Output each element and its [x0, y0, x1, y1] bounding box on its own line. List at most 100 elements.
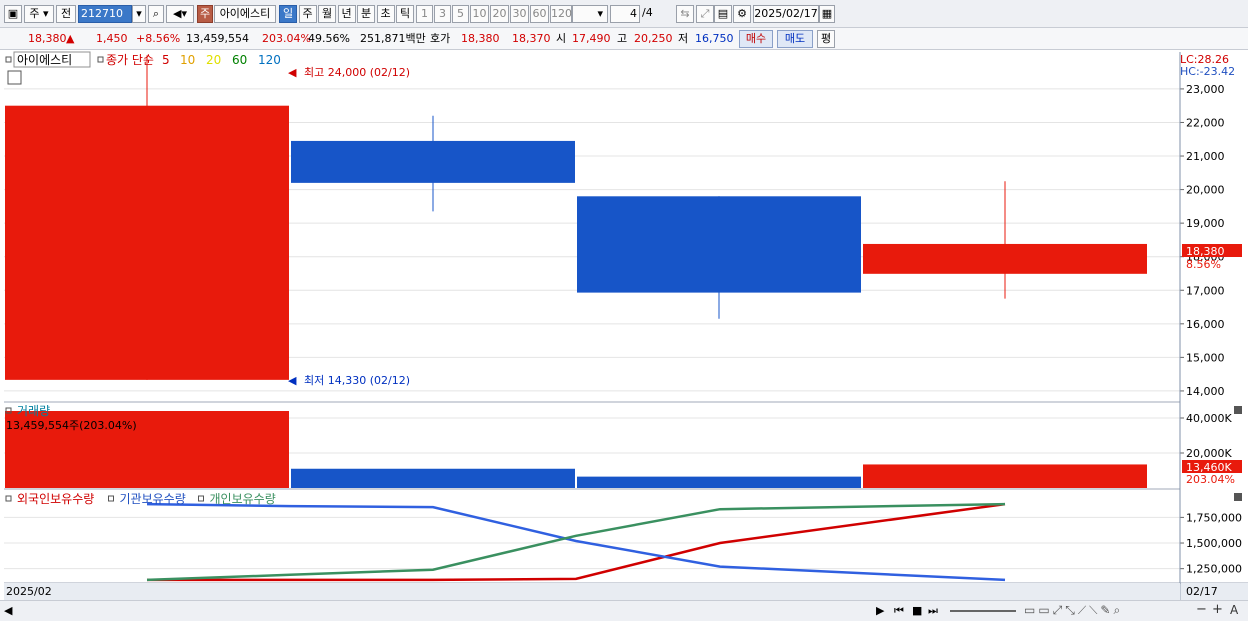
- volume-bar[interactable]: [577, 476, 861, 488]
- y-tick-label: 20,000K: [1186, 447, 1232, 460]
- period-button[interactable]: 일: [279, 5, 297, 23]
- candle-body[interactable]: [291, 140, 575, 183]
- max-label: 최고 24,000 (02/12): [304, 66, 410, 79]
- ask-price: 18,370: [512, 32, 551, 45]
- change-percent: +8.56%: [136, 32, 181, 45]
- legend-ma-label: 종가 단순: [106, 53, 154, 67]
- y-tick-label: 1,250,000: [1186, 563, 1242, 576]
- interval-button[interactable]: 10: [470, 5, 489, 23]
- mode2-button[interactable]: 전: [56, 5, 76, 23]
- period-button[interactable]: 틱: [396, 5, 414, 23]
- volume-bar[interactable]: [291, 468, 575, 488]
- volume-value: 13,459,554: [186, 32, 249, 45]
- chart-area[interactable]: 14,00015,00016,00017,00018,00019,00020,0…: [0, 50, 1248, 600]
- zoom-out-icon[interactable]: −: [1196, 602, 1207, 617]
- stock-code-input[interactable]: 212710: [78, 5, 132, 23]
- legend-stock-name: 아이에스티: [17, 53, 72, 67]
- trade-amount: 251,871백만: [360, 32, 426, 45]
- candle-body[interactable]: [577, 196, 861, 293]
- interval-button[interactable]: 60: [530, 5, 549, 23]
- stop-icon[interactable]: ■: [912, 604, 922, 617]
- buy-button[interactable]: 매수: [739, 30, 773, 48]
- volume-value-label: 13,459,554주(203.04%): [6, 419, 137, 432]
- stock-name: 아이에스티: [214, 5, 276, 23]
- calendar-icon[interactable]: ▦: [819, 5, 835, 23]
- last-price-pct: 8.56%: [1186, 258, 1221, 271]
- date-input[interactable]: 2025/02/17: [753, 5, 819, 23]
- y-tick-label: 16,000: [1186, 318, 1225, 331]
- candle-body[interactable]: [5, 105, 289, 380]
- sound-icon[interactable]: ◀▾: [166, 5, 194, 23]
- crosshair-icon[interactable]: ⤢: [696, 5, 714, 23]
- period-button[interactable]: 분: [357, 5, 375, 23]
- interval-button[interactable]: 5: [452, 5, 469, 23]
- interval-button[interactable]: 20: [490, 5, 509, 23]
- panel-close-icon[interactable]: [1234, 493, 1242, 501]
- interval-button[interactable]: 120: [550, 5, 572, 23]
- open-price: 17,490: [572, 32, 611, 45]
- y-tick-label: 15,000: [1186, 351, 1225, 364]
- mode-select[interactable]: 주 ▾: [24, 5, 54, 23]
- fast-forward-icon[interactable]: ⏭: [928, 604, 938, 618]
- low-label: 저: [678, 32, 689, 45]
- ma-period-label: 20: [206, 53, 221, 67]
- search-icon[interactable]: ⌕: [148, 5, 164, 23]
- period-button[interactable]: 월: [318, 5, 336, 23]
- rewind-icon[interactable]: ⏮: [894, 604, 904, 618]
- scroll-left-icon[interactable]: ◀: [4, 604, 12, 617]
- max-marker: ◀ 최고 24,000 (02/12): [288, 66, 410, 79]
- volume-title: 거래량: [17, 404, 50, 418]
- volume-ratio: 203.04%: [262, 32, 311, 45]
- window-icon[interactable]: ▣: [4, 5, 22, 23]
- min-label: 최저 14,330 (02/12): [304, 374, 410, 387]
- gear-icon[interactable]: ⚙: [733, 5, 751, 23]
- ma-period-label: 5: [162, 53, 170, 67]
- holding-legend-label: 개인보유수량: [210, 492, 276, 506]
- date-right: 02/17: [1186, 585, 1218, 598]
- price-change: 1,450: [96, 32, 128, 45]
- code-dropdown-icon[interactable]: ▾: [132, 5, 146, 23]
- eval-button[interactable]: 평: [817, 30, 835, 48]
- interval-button[interactable]: 30: [510, 5, 529, 23]
- y-tick-label: 22,000: [1186, 116, 1225, 129]
- y-tick-label: 17,000: [1186, 284, 1225, 297]
- date-axis-bar: [4, 583, 1180, 600]
- candle-body[interactable]: [863, 243, 1147, 274]
- min-marker: ◀ 최저 14,330 (02/12): [288, 374, 410, 387]
- table-icon[interactable]: [7, 70, 22, 85]
- turnover-rate: 49.56%: [308, 32, 350, 45]
- font-size-icon[interactable]: A: [1230, 603, 1238, 617]
- date-left: 2025/02: [6, 585, 52, 598]
- interval-dropdown[interactable]: ▾: [572, 5, 608, 23]
- mode-label: 주: [29, 7, 40, 20]
- sell-button[interactable]: 매도: [777, 30, 813, 48]
- toolbar: ▣ 주 ▾ 전 212710 ▾ ⌕ ◀▾ 주 아이에스티 ▾ 4 /4 ⇆ ⤢…: [0, 0, 1248, 28]
- drawing-tools-icon[interactable]: ▭▭⤢⤡⟋⟍✎⌕: [1024, 603, 1123, 618]
- y-tick-label: 14,000: [1186, 385, 1225, 398]
- y-tick-label: 20,000: [1186, 184, 1225, 197]
- last-volume-pct: 203.04%: [1186, 473, 1235, 486]
- chevron-down-icon: ▾: [597, 7, 603, 20]
- ma-period-label: 120: [258, 53, 281, 67]
- period-button[interactable]: 년: [337, 5, 356, 23]
- low-price: 16,750: [695, 32, 734, 45]
- hc-label: HC:-23.42: [1180, 65, 1235, 78]
- volume-bar[interactable]: [863, 464, 1147, 488]
- hoga-label: 호가: [430, 32, 451, 45]
- page-input[interactable]: 4: [610, 5, 640, 23]
- y-tick-label: 1,750,000: [1186, 511, 1242, 524]
- y-tick-label: 19,000: [1186, 217, 1225, 230]
- interval-button[interactable]: 3: [434, 5, 451, 23]
- compare-icon[interactable]: ⇆: [676, 5, 694, 23]
- period-button[interactable]: 초: [376, 5, 395, 23]
- period-button[interactable]: 주: [298, 5, 317, 23]
- interval-button[interactable]: 1: [416, 5, 433, 23]
- save-icon[interactable]: ▤: [714, 5, 732, 23]
- y-tick-label: 40,000K: [1186, 412, 1232, 425]
- zoom-slider[interactable]: [950, 610, 1016, 612]
- zoom-in-icon[interactable]: +: [1212, 602, 1223, 617]
- holding-axis: 1,250,000 1,500,000 1,750,000: [1180, 511, 1242, 576]
- high-price: 20,250: [634, 32, 673, 45]
- scroll-right-icon[interactable]: ▶: [876, 604, 884, 617]
- panel-close-icon[interactable]: [1234, 406, 1242, 414]
